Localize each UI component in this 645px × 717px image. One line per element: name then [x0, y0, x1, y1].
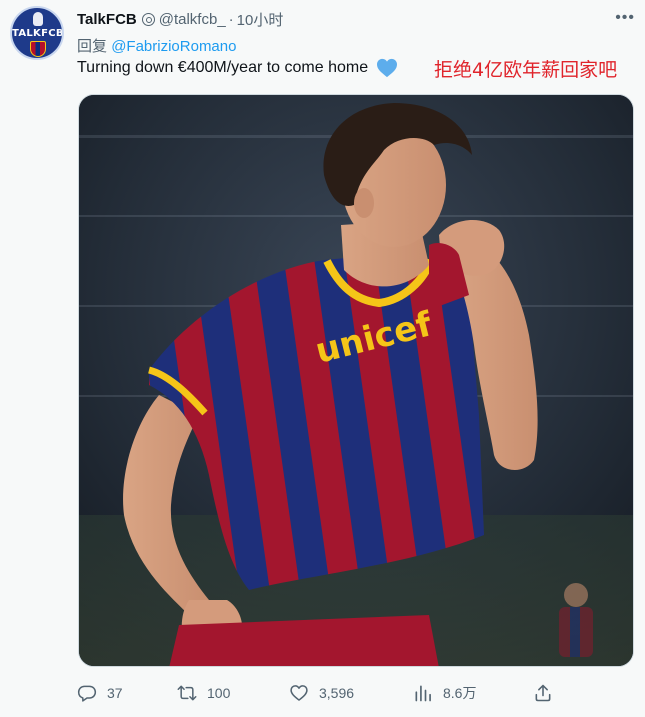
- tweet-header: TalkFCB @talkfcb_ · 10小时 •••: [77, 9, 635, 29]
- timestamp[interactable]: 10小时: [237, 9, 284, 30]
- blue-heart-icon: [377, 58, 398, 78]
- reply-button[interactable]: 37: [77, 680, 123, 706]
- view-count: 8.6万: [443, 685, 477, 701]
- share-icon: [535, 684, 551, 702]
- tweet-actions: 37 100 3,596 8.6万: [77, 680, 557, 706]
- crest-icon: [30, 41, 46, 57]
- views-icon: [415, 685, 431, 702]
- more-options-icon[interactable]: •••: [615, 9, 635, 27]
- like-count: 3,596: [319, 685, 355, 701]
- avatar-logo-text: TALKFCB: [12, 28, 64, 39]
- player-photo-illustration: unicef: [79, 95, 633, 666]
- like-icon: [290, 685, 308, 701]
- share-button[interactable]: [533, 680, 563, 706]
- reply-icon: [77, 685, 97, 702]
- tweet-photo[interactable]: unicef: [78, 94, 634, 667]
- display-name[interactable]: TalkFCB: [77, 11, 137, 28]
- tweet-body: Turning down €400M/year to come home: [77, 58, 398, 78]
- tweet-card[interactable]: TALKFCB TalkFCB @talkfcb_ · 10小时 ••• 回复 …: [0, 0, 645, 717]
- like-button[interactable]: 3,596: [289, 680, 354, 706]
- retweet-icon: [177, 685, 197, 701]
- reply-count: 37: [107, 685, 123, 701]
- mention-link[interactable]: @FabrizioRomano: [111, 38, 236, 55]
- separator-dot: ·: [228, 10, 234, 28]
- tweet-text: Turning down €400M/year to come home: [77, 59, 369, 76]
- retweet-count: 100: [207, 685, 231, 701]
- retweet-button[interactable]: 100: [177, 680, 230, 706]
- reply-context: 回复 @FabrizioRomano: [77, 35, 236, 56]
- overlay-caption: 拒绝4亿欧年薪回家吧: [434, 59, 618, 81]
- microphone-icon: [33, 12, 43, 26]
- user-handle[interactable]: @talkfcb_: [159, 11, 226, 28]
- views-button[interactable]: 8.6万: [413, 680, 476, 706]
- avatar[interactable]: TALKFCB: [10, 6, 64, 60]
- reply-prefix: 回复: [77, 38, 108, 55]
- verified-org-icon: [141, 12, 155, 26]
